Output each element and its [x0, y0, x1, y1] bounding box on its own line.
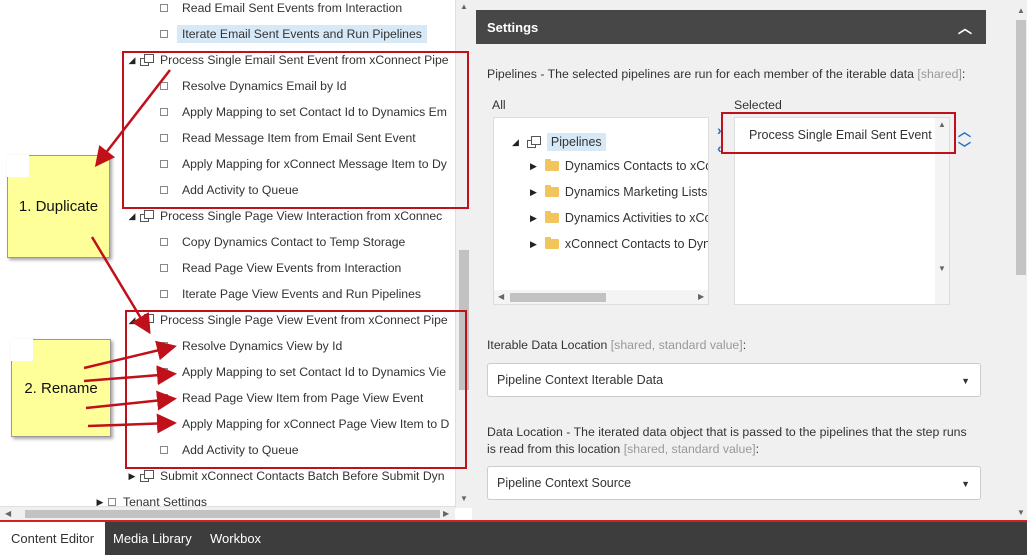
item-icon: [160, 238, 168, 246]
scroll-left-icon[interactable]: ◀: [5, 509, 11, 518]
settings-section-header[interactable]: Settings ︿: [476, 10, 986, 44]
item-icon: [160, 264, 168, 272]
scroll-left-icon: ◀: [498, 292, 505, 301]
tree-item-selected[interactable]: Iterate Email Sent Events and Run Pipeli…: [160, 23, 427, 45]
tree-horizontal-scrollbar[interactable]: ◀ ▶: [0, 506, 455, 520]
expand-icon: ▶: [530, 186, 537, 197]
note-duplicate: 1. Duplicate: [7, 155, 110, 258]
tree-item[interactable]: Read Email Sent Events from Interaction: [160, 0, 407, 19]
folder-icon: [544, 211, 559, 223]
settings-vertical-scrollbar[interactable]: ▲ ▼: [1001, 0, 1027, 520]
pipeline-folder[interactable]: ▶ xConnect Contacts to Dyn: [530, 237, 708, 251]
tab-content-editor[interactable]: Content Editor: [0, 522, 106, 555]
pipeline-icon: [526, 136, 541, 148]
settings-icon: [108, 498, 116, 506]
note-fold-icon: [7, 155, 29, 177]
pipeline-folder[interactable]: ▶ Dynamics Marketing Lists: [530, 185, 707, 199]
folder-icon: [544, 237, 559, 249]
scroll-thumb[interactable]: [1016, 20, 1026, 275]
highlight-box-original: [122, 51, 469, 209]
note-rename: 2. Rename: [11, 339, 111, 437]
selected-list-label: Selected: [734, 98, 782, 112]
highlight-box-selected: [721, 112, 956, 154]
item-icon: [160, 30, 168, 38]
folder-icon: [544, 185, 559, 197]
tab-media-library[interactable]: Media Library: [102, 522, 203, 555]
folder-icon: [544, 159, 559, 171]
dropdown-caret-icon: ▼: [961, 479, 970, 489]
pipelines-field-label: Pipelines - The selected pipelines are r…: [487, 67, 966, 81]
scroll-down-icon[interactable]: ▼: [460, 494, 468, 503]
scroll-down-icon[interactable]: ▼: [1017, 508, 1025, 517]
iterable-location-label: Iterable Data Location [shared, standard…: [487, 338, 747, 352]
pipelines-root-node[interactable]: ◢ Pipelines: [512, 133, 606, 151]
data-location-label: Data Location - The iterated data object…: [487, 425, 967, 456]
note-fold-icon: [11, 339, 33, 361]
tree-item[interactable]: Read Page View Events from Interaction: [160, 257, 406, 279]
scroll-right-icon[interactable]: ▶: [443, 509, 449, 518]
scroll-down-icon: ▼: [938, 264, 946, 273]
move-down-icon[interactable]: ﹀: [958, 138, 971, 157]
pipeline-folder[interactable]: ▶ Dynamics Activities to xCo: [530, 211, 708, 225]
pipeline-icon: [140, 470, 154, 482]
item-icon: [160, 4, 168, 12]
pipeline-folder[interactable]: ▶ Dynamics Contacts to xCo: [530, 159, 708, 173]
expand-icon: ▶: [530, 160, 537, 171]
expand-icon: ▶: [530, 238, 537, 249]
scroll-up-icon[interactable]: ▲: [1017, 6, 1025, 15]
tree-item[interactable]: Copy Dynamics Contact to Temp Storage: [160, 231, 410, 253]
all-list-horizontal-scrollbar[interactable]: ◀ ▶: [494, 290, 708, 304]
pipeline-icon: [140, 210, 154, 222]
collapse-icon[interactable]: ◢: [127, 211, 137, 222]
expand-icon: ▶: [530, 212, 537, 223]
tree-item[interactable]: Iterate Page View Events and Run Pipelin…: [160, 283, 426, 305]
tab-workbox[interactable]: Workbox: [199, 522, 272, 555]
bottom-tab-bar: Content Editor Media Library Workbox: [0, 520, 1027, 555]
item-icon: [160, 290, 168, 298]
scroll-right-icon: ▶: [698, 292, 705, 301]
iterable-location-select[interactable]: Pipeline Context Iterable Data ▼: [487, 363, 981, 397]
dropdown-caret-icon: ▼: [961, 376, 970, 386]
all-list-label: All: [492, 98, 506, 112]
scroll-thumb[interactable]: [25, 510, 440, 518]
scroll-up-icon[interactable]: ▲: [460, 2, 468, 11]
highlight-box-duplicate: [125, 310, 467, 469]
data-location-select[interactable]: Pipeline Context Source ▼: [487, 466, 981, 500]
all-pipelines-tree[interactable]: ◢ Pipelines ▶ Dynamics Contacts to xCo ▶ Dy…: [493, 117, 709, 305]
scroll-thumb: [510, 293, 606, 302]
chevron-up-icon[interactable]: ︿: [958, 18, 972, 38]
expand-icon[interactable]: ▶: [127, 471, 137, 482]
